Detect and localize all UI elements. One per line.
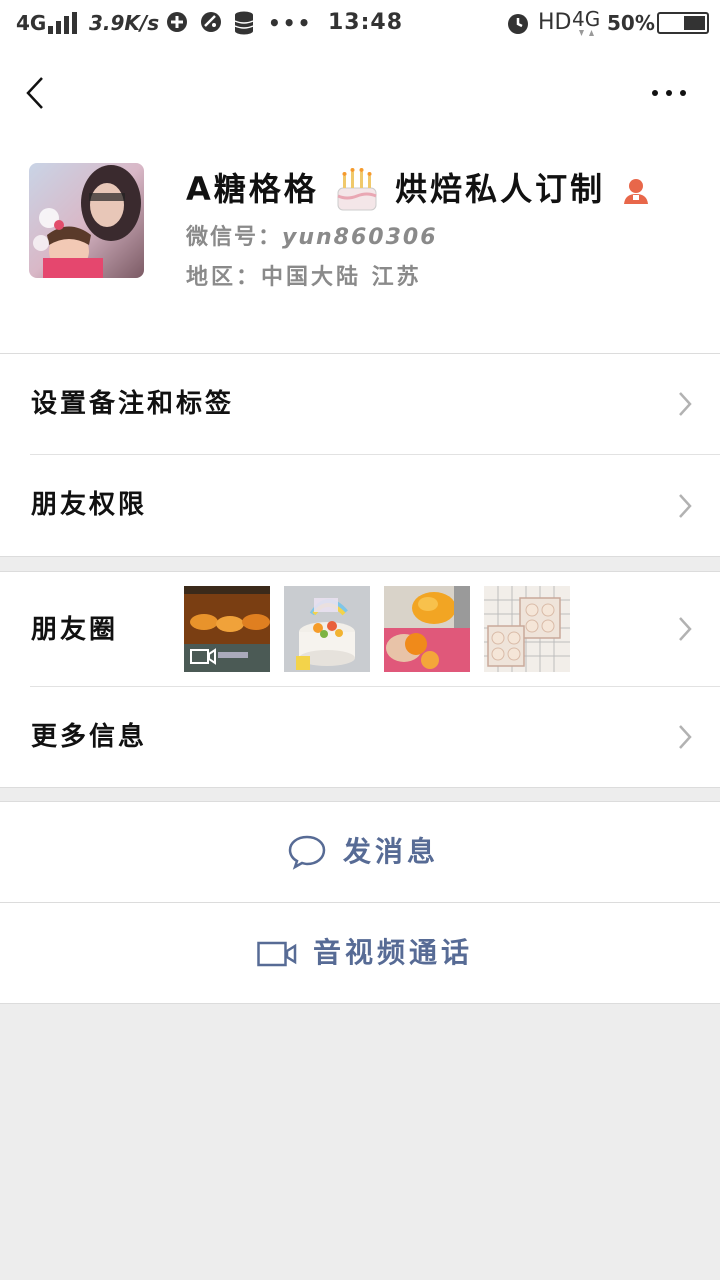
cake-icon bbox=[337, 168, 377, 211]
actions-section: 发消息 音视频通话 bbox=[0, 802, 720, 1003]
wechat-id-line: 微信号：yun860306 bbox=[186, 222, 438, 254]
database-icon bbox=[234, 11, 254, 35]
friend-permissions-row[interactable]: 朋友权限 bbox=[0, 455, 720, 556]
section-divider bbox=[0, 1003, 720, 1004]
more-info-row[interactable]: 更多信息 bbox=[0, 687, 720, 787]
avatar[interactable] bbox=[29, 163, 144, 278]
cake-emoji bbox=[333, 166, 381, 212]
video-call-label: 音视频通话 bbox=[313, 936, 474, 969]
network-type-right: 4G bbox=[572, 7, 601, 31]
profile-name-part1: A糖格格 bbox=[186, 170, 319, 208]
network-type-left: 4G bbox=[16, 11, 47, 35]
section-divider bbox=[0, 787, 720, 788]
battery-percent: 50% bbox=[607, 11, 655, 35]
plus-circle-icon bbox=[167, 12, 187, 32]
data-arrows-icon bbox=[579, 30, 594, 36]
wechat-id-label: 微信号： bbox=[186, 225, 283, 250]
region-label: 地区： bbox=[186, 265, 262, 290]
profile-header: A糖格格 烘焙私人订制 微信号：yun860306 地区：中国大陆 江苏 bbox=[0, 136, 720, 354]
send-message-label: 发消息 bbox=[343, 835, 440, 868]
chevron-right-icon bbox=[679, 617, 692, 641]
clock: 13:48 bbox=[328, 10, 404, 35]
chevron-right-icon bbox=[679, 494, 692, 518]
wechat-id: yun860306 bbox=[282, 225, 438, 250]
network-speed: 3.9K/s bbox=[89, 11, 160, 35]
section-divider bbox=[0, 556, 720, 557]
hd-indicator: HD bbox=[538, 10, 572, 35]
settings-section: 设置备注和标签 朋友权限 bbox=[0, 354, 720, 556]
remarks-tags-row[interactable]: 设置备注和标签 bbox=[0, 354, 720, 454]
chat-bubble-icon bbox=[288, 835, 326, 870]
moments-label: 朋友圈 bbox=[31, 615, 119, 645]
alarm-icon bbox=[508, 14, 528, 34]
region: 中国大陆 江苏 bbox=[261, 265, 422, 290]
navigation-bar bbox=[0, 46, 720, 136]
chevron-right-icon bbox=[679, 392, 692, 416]
battery-icon bbox=[657, 12, 709, 34]
send-message-button[interactable]: 发消息 bbox=[0, 802, 720, 902]
more-horizontal-icon[interactable] bbox=[650, 88, 688, 98]
profile-name: A糖格格 烘焙私人订制 bbox=[186, 166, 651, 212]
moments-thumbnail[interactable] bbox=[184, 586, 270, 672]
status-bar: 4G 3.9K/s ••• 13:48 HD 4G 50% bbox=[0, 0, 720, 46]
person-emoji-icon bbox=[624, 179, 649, 204]
video-camera-icon bbox=[257, 941, 297, 967]
video-call-button[interactable]: 音视频通话 bbox=[0, 903, 720, 1003]
moments-thumbnail[interactable] bbox=[284, 586, 370, 672]
back-chevron-icon[interactable] bbox=[22, 76, 48, 110]
moments-thumbnail[interactable] bbox=[384, 586, 470, 672]
chevron-right-icon bbox=[679, 725, 692, 749]
profile-name-part2: 烘焙私人订制 bbox=[395, 170, 606, 208]
palette-icon bbox=[201, 12, 221, 32]
friend-permissions-label: 朋友权限 bbox=[31, 490, 148, 520]
region-line: 地区：中国大陆 江苏 bbox=[186, 262, 422, 294]
more-info-label: 更多信息 bbox=[31, 722, 148, 752]
signal-icon bbox=[48, 12, 77, 34]
more-notifications: ••• bbox=[268, 11, 313, 35]
moments-thumbnail[interactable] bbox=[484, 586, 570, 672]
remarks-tags-label: 设置备注和标签 bbox=[31, 389, 235, 419]
